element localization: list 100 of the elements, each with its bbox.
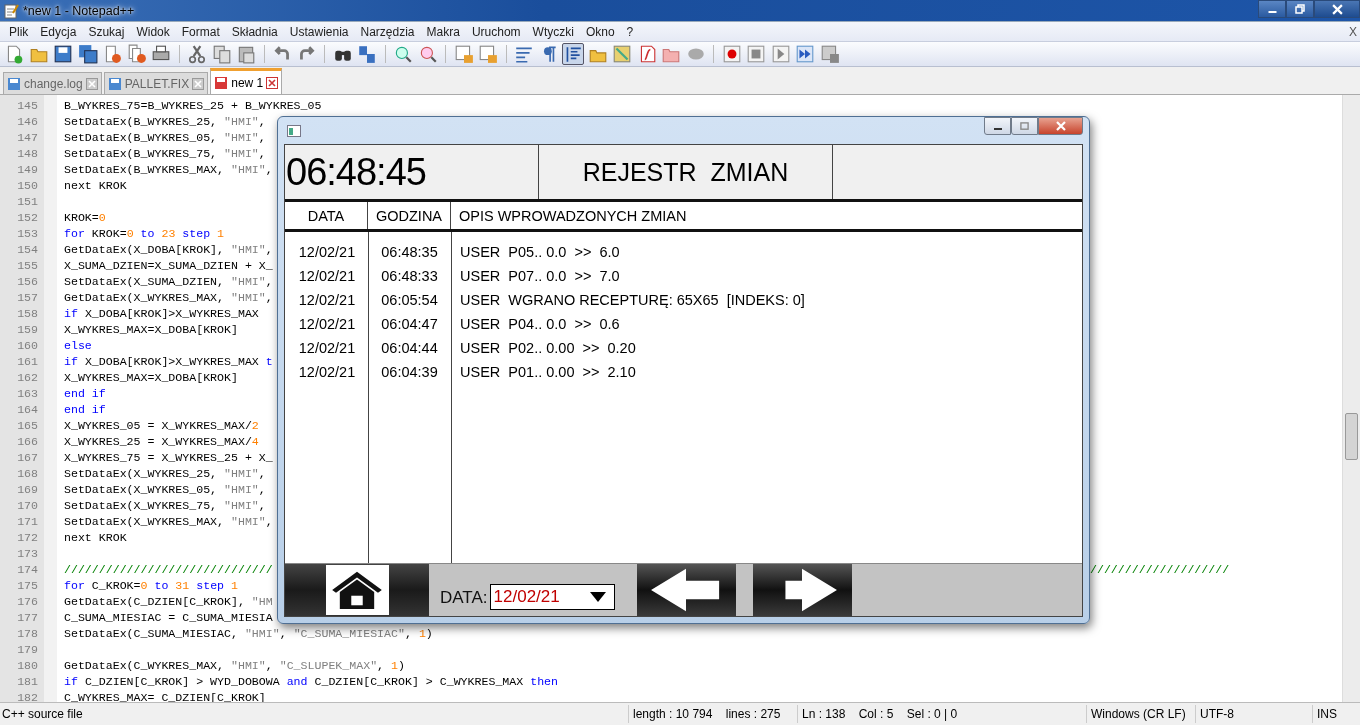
code-line: next KROK — [64, 530, 127, 544]
previous-button[interactable] — [636, 564, 736, 616]
menu-item[interactable]: Szukaj — [82, 24, 131, 39]
line-number: 151 — [16, 194, 38, 208]
code-line: SetDataEx(C_SUMA_MIESIAC, "HMI", "C_SUMA_MIESIAC", 1) — [64, 626, 433, 640]
minimize-button[interactable] — [984, 117, 1011, 135]
code-line: X_SUMA_DZIEN=X_SUMA_DZIEN + X_ — [64, 258, 273, 272]
menu-item[interactable]: Uruchom — [465, 24, 527, 39]
close-icon[interactable] — [266, 76, 279, 89]
save-icon[interactable] — [52, 43, 74, 65]
line-number: 163 — [16, 386, 38, 400]
date-label: DATA: — [440, 588, 488, 608]
status-field: INS — [1312, 705, 1360, 723]
maximize-button[interactable] — [1011, 117, 1038, 135]
line-number: 149 — [16, 162, 38, 176]
indent-guide-icon[interactable] — [562, 43, 584, 65]
line-number: 174 — [16, 562, 38, 576]
code-line: SetDataEx(B_WYKRES_MAX, "HMI", — [64, 162, 273, 176]
table-cell-text: USER P05.. 0.0 >> 6.0 — [459, 244, 621, 260]
menu-item[interactable]: Makra — [420, 24, 466, 39]
menu-item[interactable]: Narzędzia — [354, 24, 421, 39]
close-button[interactable] — [1038, 117, 1083, 135]
file-tab[interactable]: new 1 — [210, 68, 283, 94]
line-number: 155 — [16, 258, 38, 272]
date-dropdown[interactable]: 12/02/21 — [489, 584, 615, 610]
menu-item[interactable]: Ustawienia — [283, 24, 355, 39]
line-number: 181 — [16, 674, 38, 688]
code-line: GetDataEx(C_DZIEN[C_KROK], "HM — [64, 594, 273, 608]
menu-item[interactable]: Składnia — [225, 24, 284, 39]
scrollbar[interactable] — [1342, 95, 1360, 702]
table-cell-text: USER P02.. 0.00 >> 0.20 — [459, 340, 637, 356]
map-icon[interactable] — [611, 43, 633, 65]
close-button[interactable] — [1314, 0, 1360, 18]
code-line: C_WYKRES_MAX= C_DZIEN[C_KROK] — [64, 690, 266, 702]
menu-item[interactable]: Format — [175, 24, 226, 39]
line-number: 161 — [16, 354, 38, 368]
minimize-icon — [1267, 11, 1277, 13]
line-number: 165 — [16, 418, 38, 432]
table-cell-text: USER P07.. 0.0 >> 7.0 — [459, 268, 621, 284]
file-tab[interactable]: PALLET.FIX — [103, 72, 209, 94]
line-number: 162 — [16, 370, 38, 384]
menu-item[interactable]: ? — [620, 24, 640, 39]
minimize-button[interactable] — [1258, 0, 1286, 18]
table-cell: 12/02/21 — [297, 364, 356, 380]
window-icon — [287, 124, 301, 137]
menu-item[interactable]: Wtyczki — [526, 24, 580, 39]
stop-icon[interactable] — [745, 43, 767, 65]
clock: 06:48:45 — [285, 145, 539, 199]
table-cell-text: USER P04.. 0.0 >> 0.6 — [459, 316, 621, 332]
table-cell-text: USER WGRANO RECEPTURĘ: 65X65 [INDEKS: 0] — [459, 292, 806, 308]
table-cell: 12/02/21 — [297, 244, 356, 260]
line-number: 153 — [16, 226, 38, 240]
table-cell: 06:48:35 — [381, 244, 438, 260]
code-line: SetDataEx(B_WYKRES_75, "HMI", — [64, 146, 266, 160]
next-button[interactable] — [752, 564, 852, 616]
status-field: Windows (CR LF) — [1086, 705, 1195, 723]
status-field: UTF-8 — [1195, 705, 1312, 723]
code-line: ////////////////////////////// — [64, 562, 274, 576]
code-line: X_WYKRES_MAX=X_DOBA[KROK] — [64, 370, 238, 384]
line-number: 177 — [16, 610, 38, 624]
home-button[interactable] — [285, 564, 429, 616]
code-line: SetDataEx(X_WYKRES_MAX, "HMI", — [64, 514, 273, 528]
code-line: SetDataEx(B_WYKRES_05, "HMI", — [64, 130, 266, 144]
restore-button[interactable] — [1286, 0, 1314, 18]
table-cell: 06:04:44 — [381, 340, 438, 356]
menu-item[interactable]: Okno — [579, 24, 621, 39]
line-number: 150 — [16, 178, 38, 192]
line-number: 157 — [16, 290, 38, 304]
restore-icon — [1295, 4, 1305, 14]
cut-icon[interactable] — [186, 43, 208, 65]
code-line: X_WYKRES_MAX=X_DOBA[KROK] — [64, 322, 238, 336]
code-line: X_WYKRES_05 = X_WYKRES_MAX/2 — [64, 418, 259, 432]
line-number: 154 — [16, 242, 38, 256]
column-header: DATA — [285, 202, 368, 229]
line-number: 146 — [16, 114, 38, 128]
panel-title: REJESTR ZMIAN — [539, 145, 833, 199]
code-line: X_WYKRES_75 = X_WYKRES_25 + X_ — [64, 450, 273, 464]
code-line: KROK=0 — [64, 210, 106, 224]
table-cell: 06:04:39 — [381, 364, 438, 380]
code-line: if C_DZIEN[C_KROK] > WYD_DOBOWA and C_DZIEN[C_KROK] > C_WYKRES_MAX then — [64, 674, 558, 688]
save-all-icon[interactable] — [76, 43, 99, 65]
menu-item[interactable]: Plik — [3, 24, 35, 39]
menu-item[interactable]: Edycja — [34, 24, 83, 39]
code-line: SetDataEx(X_WYKRES_75, "HMI", — [64, 498, 266, 512]
code-line: end if — [64, 402, 106, 416]
line-number: 158 — [16, 306, 38, 320]
fast-forward-icon[interactable] — [794, 43, 816, 65]
menu-item[interactable]: Widok — [130, 24, 176, 39]
line-number: 179 — [16, 642, 38, 656]
close-document-button[interactable]: X — [1349, 24, 1357, 39]
status-field: Ln : 138 Col : 5 Sel : 0 | 0 — [797, 705, 1086, 723]
table-cell: 12/02/21 — [297, 316, 356, 332]
line-number: 171 — [16, 514, 38, 528]
line-number: 175 — [16, 578, 38, 592]
file-tab[interactable]: change.log — [3, 72, 102, 94]
line-number: 176 — [16, 594, 38, 608]
close-icon[interactable] — [192, 77, 205, 90]
close-icon[interactable] — [85, 77, 98, 90]
code-line: for C_KROK=0 to 31 step 1 — [64, 578, 238, 592]
line-number: 169 — [16, 482, 38, 496]
